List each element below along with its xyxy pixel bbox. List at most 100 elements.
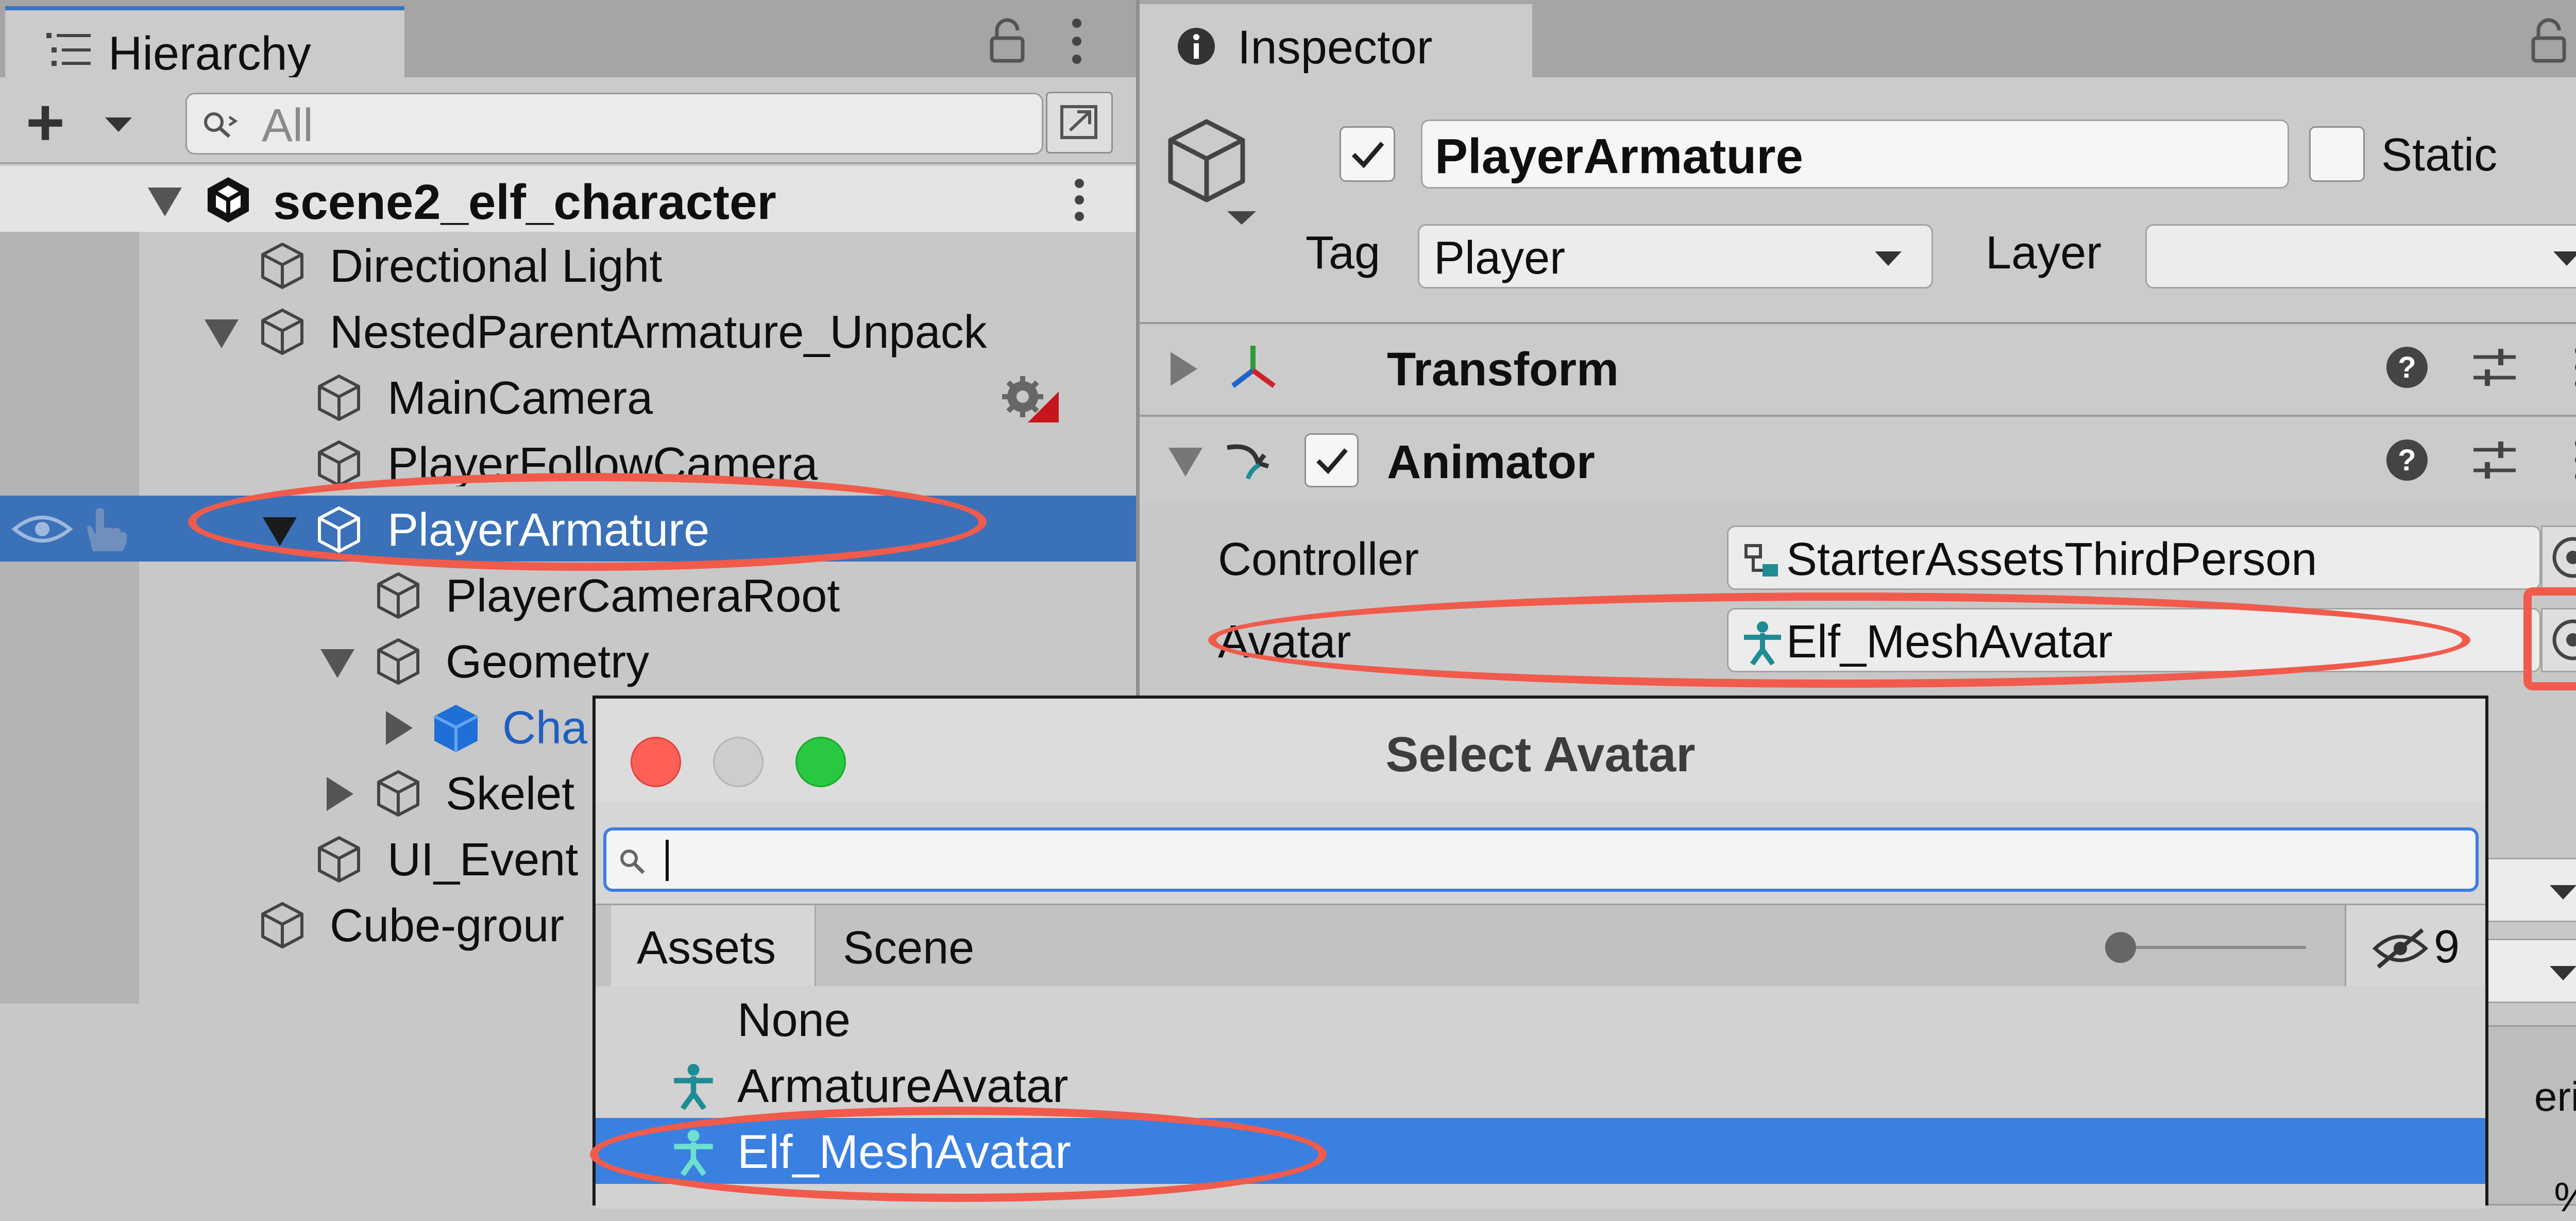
collapsed-triangle-icon[interactable] xyxy=(325,776,355,812)
hierarchy-item-label: Geometry xyxy=(446,636,650,688)
hierarchy-item-player-follow-camera[interactable]: PlayerFollowCamera xyxy=(0,430,1136,486)
tab-assets[interactable]: Assets xyxy=(611,905,816,988)
window-title-bar[interactable]: Select Avatar xyxy=(596,699,2485,802)
component-more-icon[interactable] xyxy=(2572,436,2576,484)
tag-value: Player xyxy=(1434,232,1566,284)
picker-search-input[interactable] xyxy=(603,827,2479,892)
presets-sliders-icon[interactable] xyxy=(2471,438,2518,482)
tab-scene[interactable]: Scene xyxy=(817,905,974,988)
avatar-icon xyxy=(1742,621,1783,665)
collapsed-triangle-icon[interactable] xyxy=(1168,351,1199,387)
hierarchy-item-label: NestedParentArmature_Unpack xyxy=(330,307,987,358)
hierarchy-item-geometry[interactable]: Geometry xyxy=(0,628,1136,693)
animator-enabled-checkbox[interactable] xyxy=(1304,433,1359,487)
more-options-icon[interactable] xyxy=(1069,15,1084,67)
expand-triangle-icon[interactable] xyxy=(1167,447,1204,478)
controller-picker-button[interactable] xyxy=(2541,525,2576,590)
static-label: Static xyxy=(2381,129,2498,181)
presets-sliders-icon[interactable] xyxy=(2471,346,2518,389)
inspector-tab[interactable]: Inspector xyxy=(1140,4,1532,77)
object-header: PlayerArmature Static Tag Player Layer xyxy=(1140,77,2576,322)
hierarchy-toolbar: + All xyxy=(0,77,1136,164)
expand-triangle-icon[interactable] xyxy=(262,516,298,547)
lock-icon[interactable] xyxy=(989,18,1025,64)
gameobject-cube-icon xyxy=(314,439,364,486)
picker-tab-bar: Assets Scene 9 xyxy=(596,904,2485,988)
hidden-packages-toggle[interactable]: 9 xyxy=(2345,905,2485,988)
gameobject-cube-icon xyxy=(314,835,364,884)
expand-triangle-icon[interactable] xyxy=(204,318,240,349)
hierarchy-item-main-camera[interactable]: MainCamera xyxy=(0,364,1136,430)
add-button[interactable]: + xyxy=(26,89,65,156)
expand-triangle-icon[interactable] xyxy=(147,186,183,217)
hierarchy-tab[interactable]: Hierarchy xyxy=(5,6,404,80)
hidden-count: 9 xyxy=(2434,921,2460,973)
window-title: Select Avatar xyxy=(1385,727,1696,782)
scene-more-icon[interactable] xyxy=(1072,176,1087,224)
active-checkbox[interactable] xyxy=(1340,126,1395,182)
help-icon[interactable]: ? xyxy=(2385,438,2429,482)
hierarchy-item-player-armature[interactable]: PlayerArmature xyxy=(0,496,1136,562)
inspector-tab-bar: Inspector xyxy=(1140,0,2576,77)
gameobject-cube-icon xyxy=(314,373,364,422)
hierarchy-item-label: PlayerArmature xyxy=(387,504,710,556)
info-icon xyxy=(1176,26,1217,67)
controller-value: StarterAssetsThirdPerson xyxy=(1786,534,2317,585)
list-item-none[interactable]: None xyxy=(596,986,2485,1052)
tag-dropdown[interactable]: Player xyxy=(1418,224,1933,289)
text-caret xyxy=(666,840,669,881)
static-checkbox[interactable] xyxy=(2309,126,2365,182)
hierarchy-item-nested-parent[interactable]: NestedParentArmature_Unpack xyxy=(0,298,1136,364)
hierarchy-search-input[interactable]: All xyxy=(185,93,1043,155)
gameobject-cube-icon xyxy=(374,571,423,620)
object-name-value: PlayerArmature xyxy=(1435,129,1804,184)
gameobject-cube-icon xyxy=(374,769,423,818)
gameobject-cube-icon xyxy=(258,241,307,291)
search-placeholder: All xyxy=(262,100,314,151)
prefab-cube-icon xyxy=(430,703,482,754)
add-dropdown-chevron-icon[interactable] xyxy=(103,115,134,134)
animator-icon xyxy=(1222,432,1279,489)
gizmo-gear-icon xyxy=(997,371,1064,428)
visibility-eye-icon[interactable] xyxy=(11,511,73,547)
avatar-object-field[interactable]: Elf_MeshAvatar xyxy=(1727,608,2541,672)
help-icon[interactable]: ? xyxy=(2385,346,2429,389)
list-item-elf-mesh-avatar[interactable]: Elf_MeshAvatar xyxy=(596,1118,2485,1184)
search-icon xyxy=(202,110,239,141)
layer-label: Layer xyxy=(1986,227,2102,279)
object-name-field[interactable]: PlayerArmature xyxy=(1421,120,2289,189)
component-more-icon[interactable] xyxy=(2572,344,2576,391)
transform-component-header[interactable]: Transform ? xyxy=(1140,322,2576,410)
avatar-icon xyxy=(670,1129,717,1176)
hierarchy-item-directional-light[interactable]: Directional Light xyxy=(0,232,1136,298)
inspector-tab-label: Inspector xyxy=(1238,21,1433,74)
slider-track xyxy=(2115,946,2306,949)
hierarchy-item-player-camera-root[interactable]: PlayerCameraRoot xyxy=(0,562,1136,628)
svg-text:?: ? xyxy=(2398,444,2416,477)
expand-triangle-icon[interactable] xyxy=(319,648,355,679)
scene-row[interactable]: scene2_elf_character xyxy=(0,166,1136,232)
scene-visibility-button[interactable] xyxy=(1046,92,1113,154)
tag-label: Tag xyxy=(1306,227,1381,279)
search-icon xyxy=(618,847,649,878)
gameobject-cube-icon xyxy=(258,901,307,950)
icon-size-slider[interactable] xyxy=(2105,932,2311,963)
hierarchy-item-label: Cube-grour xyxy=(330,900,565,952)
list-item-label: Elf_MeshAvatar xyxy=(737,1126,1071,1178)
layer-dropdown[interactable] xyxy=(2145,224,2576,289)
chevron-down-icon xyxy=(2551,249,2576,268)
hierarchy-tab-bar: Hierarchy xyxy=(0,0,1136,80)
list-item-armature-avatar[interactable]: ArmatureAvatar xyxy=(596,1052,2485,1118)
gameobject-cube-icon xyxy=(314,505,364,554)
controller-object-field[interactable]: StarterAssetsThirdPerson xyxy=(1727,525,2541,590)
chevron-down-icon xyxy=(2548,883,2576,902)
unity-scene-icon xyxy=(204,175,253,225)
lock-icon[interactable] xyxy=(2531,18,2567,64)
slider-thumb[interactable] xyxy=(2105,932,2136,963)
pickable-hand-icon[interactable] xyxy=(77,505,134,554)
animator-component-header[interactable]: Animator ? xyxy=(1140,415,2576,502)
gameobject-large-cube-icon[interactable] xyxy=(1165,118,1268,227)
animator-title: Animator xyxy=(1387,436,1595,488)
avatar-picker-button[interactable] xyxy=(2541,608,2576,672)
collapsed-triangle-icon[interactable] xyxy=(384,710,415,746)
